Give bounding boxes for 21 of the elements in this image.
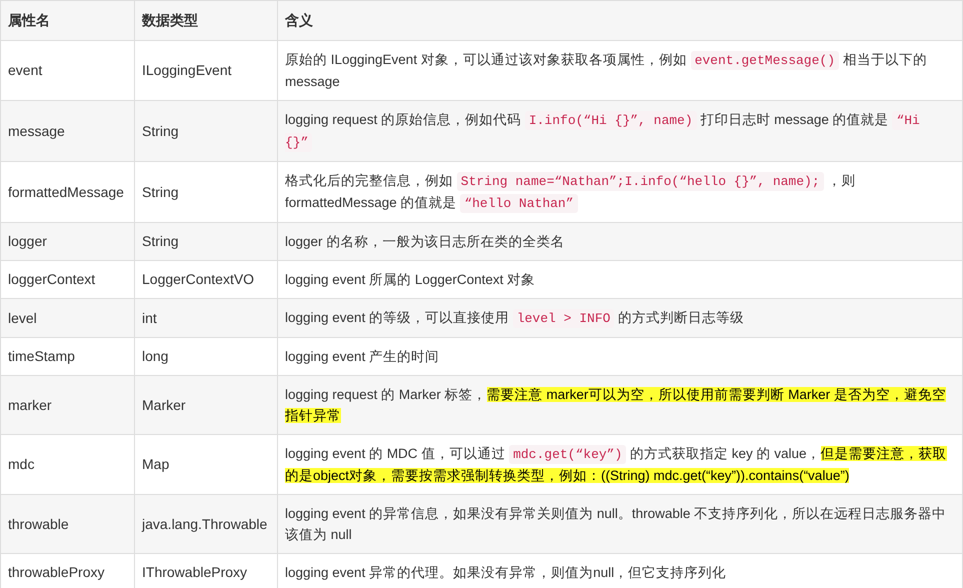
table-cell: logger bbox=[0, 222, 134, 260]
table-cell: java.lang.Throwable bbox=[134, 494, 278, 554]
column-header: 含义 bbox=[278, 0, 962, 40]
table-cell: logger 的名称，一般为该日志所在类的全类名 bbox=[278, 222, 962, 260]
column-header: 属性名 bbox=[0, 0, 134, 40]
table-cell: throwable bbox=[0, 494, 134, 554]
table-cell: marker bbox=[0, 376, 134, 434]
table-cell: int bbox=[134, 298, 278, 338]
table-cell: String bbox=[134, 100, 278, 162]
table-cell: logging event 的等级，可以直接使用 level > INFO 的方式判断日志等级 bbox=[278, 298, 962, 338]
table-cell: message bbox=[0, 100, 134, 162]
table-cell: 原始的 ILoggingEvent 对象，可以通过该对象获取各项属性，例如 event.getMessage() 相当于以下的 message bbox=[278, 40, 962, 100]
table-cell: String bbox=[134, 222, 278, 260]
table-cell: logging request 的 Marker 标签，需要注意 marker可以为空，所以使用前需要判断 Marker 是否为空，避免空指针异常 bbox=[278, 376, 962, 434]
table-cell: Marker bbox=[134, 376, 278, 434]
table-cell: throwableProxy bbox=[0, 554, 134, 588]
table-cell: level bbox=[0, 298, 134, 338]
table-cell: logging request 的原始信息，例如代码 I.info(“Hi {}”, name) 打印日志时 message 的值就是 “Hi {}” bbox=[278, 100, 962, 162]
table-cell: logging event 的异常信息，如果没有异常关则值为 null。throwable 不支持序列化，所以在远程日志服务器中该值为 null bbox=[278, 494, 962, 554]
table-cell: 格式化后的完整信息，例如 String name=“Nathan”;I.info(“hello {}”, name); ，则 formattedMessage 的值就是 “hello Nathan” bbox=[278, 162, 962, 222]
column-header: 数据类型 bbox=[134, 0, 278, 40]
